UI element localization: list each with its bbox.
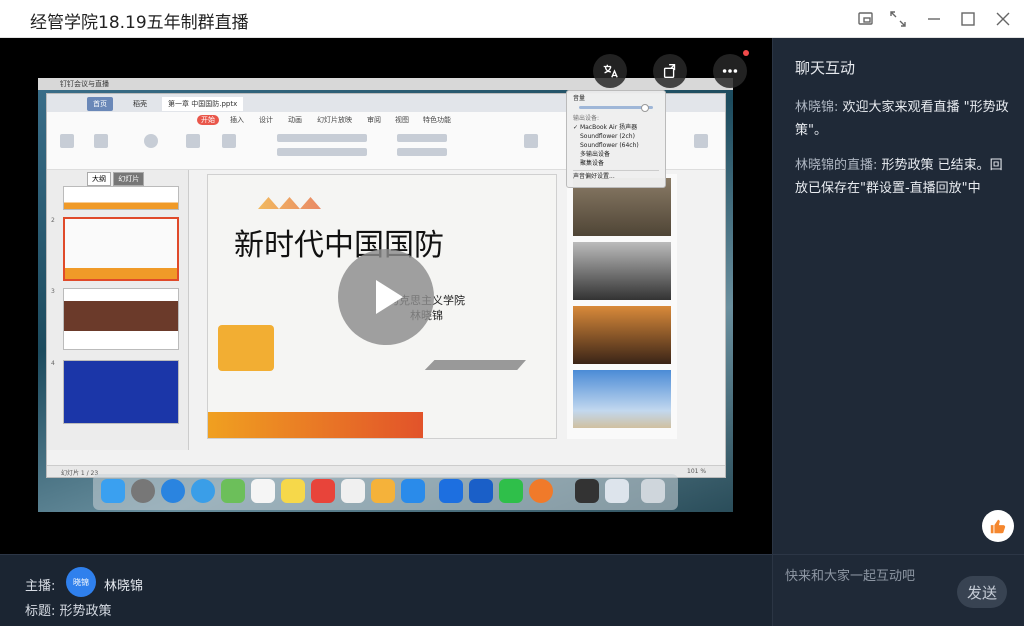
mac-menu-bar: 钉钉会议与直播 xyxy=(38,78,733,90)
ribbon-tab: 视图 xyxy=(395,116,409,124)
audio-output-menu: 音量 输出设备: ✓ MacBook Air 扬声器 Soundflower (… xyxy=(566,90,666,188)
safari-icon xyxy=(161,479,185,503)
ribbon-tab: 审阅 xyxy=(367,116,381,124)
chat-header: 聊天互动 xyxy=(795,59,856,77)
slide-thumb xyxy=(63,288,179,350)
wps-tab-file: 第一章 中国国防.pptx xyxy=(162,97,244,111)
chat-panel: 聊天互动 林晓锦: 欢迎大家来观看直播 "形势政策"。 林晓锦的直播: 形势政策… xyxy=(772,38,1024,554)
minimize-icon[interactable] xyxy=(924,9,944,29)
host-label: 主播: xyxy=(25,579,56,594)
ribbon-tab: 幻灯片放映 xyxy=(317,116,352,124)
status-zoom: 101 % xyxy=(687,468,707,475)
ribbon-button xyxy=(137,134,165,164)
audio-menu-header: 音量 xyxy=(573,95,586,102)
mac-menu-app: 钉钉会议与直播 xyxy=(60,80,109,88)
ribbon-tab: 插入 xyxy=(230,116,244,124)
audio-device-item: ✓ MacBook Air 扬声器 xyxy=(573,124,638,131)
thumb-tab-outline: 大纲 xyxy=(87,172,111,186)
audio-device-item: Soundflower (2ch) xyxy=(580,133,635,140)
wps-tab-docer: 稻壳 xyxy=(133,100,147,108)
more-icon[interactable] xyxy=(713,54,747,88)
keynote-icon xyxy=(341,479,365,503)
wechat-icon xyxy=(499,479,523,503)
phone-icon xyxy=(575,479,599,503)
audio-device-item: 多输出设备 xyxy=(580,151,611,158)
ribbon-tab: 设计 xyxy=(259,116,273,124)
audio-device-item: 聚集设备 xyxy=(580,160,605,167)
photo xyxy=(573,242,671,300)
app-store-icon xyxy=(401,479,425,503)
ribbon-tab: 特色功能 xyxy=(423,116,451,124)
wps-icon xyxy=(311,479,335,503)
chat-sender: 林晓锦的直播: xyxy=(795,158,878,173)
status-slide-count: 幻灯片 1 / 23 xyxy=(61,470,99,477)
expand-icon[interactable] xyxy=(888,9,908,29)
notification-dot xyxy=(743,50,749,56)
dingtalk-icon xyxy=(439,479,463,503)
translate-icon[interactable] xyxy=(593,54,627,88)
rotate-icon[interactable] xyxy=(653,54,687,88)
pages-icon xyxy=(371,479,395,503)
notes-icon xyxy=(281,479,305,503)
finder-icon xyxy=(101,479,125,503)
slide-thumb xyxy=(63,186,179,210)
chat-message: 林晓锦: 欢迎大家来观看直播 "形势政策"。 xyxy=(795,96,1010,142)
host-name: 林晓锦 xyxy=(104,579,144,594)
video-player[interactable]: 钉钉会议与直播 首页 稻壳 第一章 中国国防.pptx 开始 插入 设计 动画 … xyxy=(0,38,772,554)
preview-icon xyxy=(605,479,629,503)
chat-message: 林晓锦的直播: 形势政策 已结束。回放已保存在"群设置-直播回放"中 xyxy=(795,154,1010,200)
ribbon-button xyxy=(517,134,545,164)
ribbon-tab: 动画 xyxy=(288,116,302,124)
volume-slider xyxy=(579,104,653,112)
avatar[interactable]: 晓锦 xyxy=(66,567,96,597)
slide-thumb-selected xyxy=(63,217,179,281)
thumb-tab-slides: 幻灯片 xyxy=(113,172,145,186)
photo xyxy=(573,370,671,428)
pip-icon[interactable] xyxy=(856,9,876,29)
wd-icon xyxy=(469,479,493,503)
host-info-bar: 主播: 晓锦 林晓锦 标题: 形势政策 xyxy=(0,554,772,626)
messages-icon xyxy=(191,479,215,503)
ribbon-button xyxy=(53,134,81,164)
ribbon-button xyxy=(87,134,115,164)
thumbs-up-icon[interactable] xyxy=(982,510,1014,542)
photo xyxy=(573,306,671,364)
ribbon-font-group xyxy=(277,134,377,164)
live-subject: 标题: 形势政策 xyxy=(25,604,112,619)
ribbon-para-group xyxy=(397,134,457,164)
video-app-icon xyxy=(529,479,553,503)
title-bar: 经管学院18.19五年制群直播 xyxy=(0,0,1024,38)
chat-sender: 林晓锦: xyxy=(795,100,839,115)
ribbon-tab: 开始 xyxy=(197,115,219,125)
wps-tab-home: 首页 xyxy=(87,97,113,111)
play-icon[interactable] xyxy=(338,249,434,345)
audio-prefs-item: 声音偏好设置... xyxy=(573,170,659,181)
maximize-icon[interactable] xyxy=(958,9,978,29)
close-icon[interactable] xyxy=(993,9,1013,29)
image-panel xyxy=(567,174,677,439)
mac-dock xyxy=(93,474,678,510)
slide-base-graphic xyxy=(208,412,423,438)
trash-icon xyxy=(641,479,665,503)
ribbon-button xyxy=(687,134,715,164)
chat-input-bar: 发送 xyxy=(772,554,1024,626)
slide-thumb xyxy=(63,360,179,424)
maps-icon xyxy=(221,479,245,503)
ribbon-button xyxy=(179,134,207,164)
launchpad-icon xyxy=(131,479,155,503)
chat-input[interactable] xyxy=(785,565,955,587)
reminders-icon xyxy=(251,479,275,503)
window-title: 经管学院18.19五年制群直播 xyxy=(30,13,249,33)
ribbon-button xyxy=(215,134,243,164)
audio-output-label: 输出设备: xyxy=(573,115,600,122)
slide-thumbnails: 大纲 幻灯片 2 3 4 xyxy=(47,170,189,450)
audio-device-item: Soundflower (64ch) xyxy=(580,142,639,149)
send-button[interactable]: 发送 xyxy=(957,576,1007,608)
